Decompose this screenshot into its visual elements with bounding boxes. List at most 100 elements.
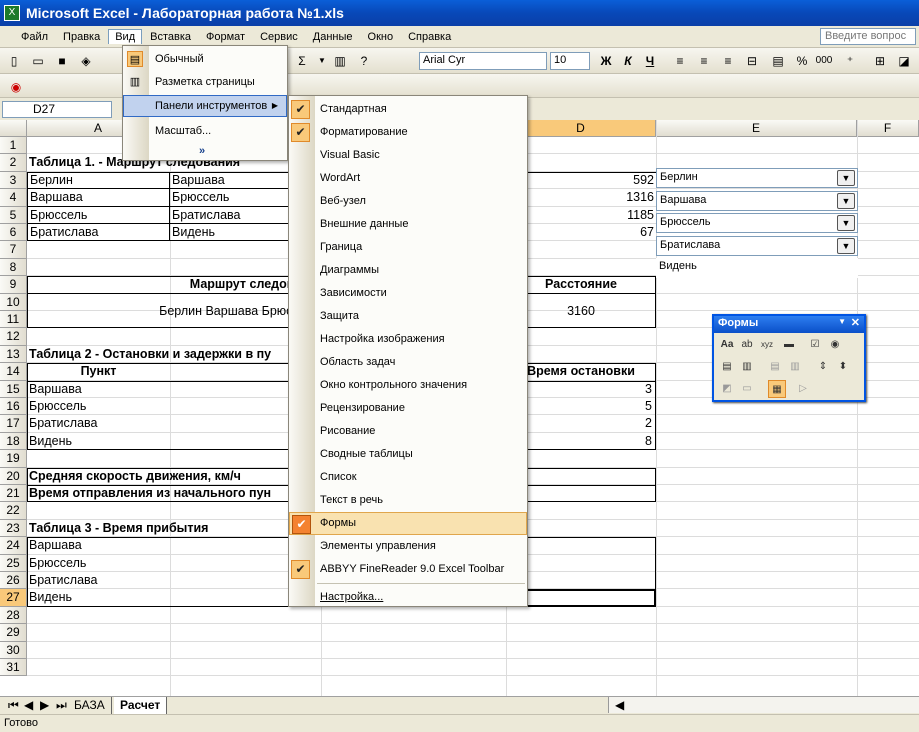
list-box-tool-icon[interactable]: ▤ bbox=[718, 358, 736, 376]
toolbar-menu-item[interactable]: Visual Basic bbox=[289, 144, 527, 167]
help-search-input[interactable]: Введите вопрос bbox=[820, 28, 916, 45]
cell-d10[interactable]: 3160 bbox=[506, 294, 656, 329]
label-tool-icon[interactable]: Aa bbox=[718, 336, 736, 354]
combo-box[interactable]: Варшава ▼ bbox=[656, 190, 858, 211]
menu-item-normal[interactable]: ▤ Обычный bbox=[123, 48, 287, 70]
open-folder-icon[interactable]: ▭ bbox=[28, 51, 48, 71]
forms-toolbar-window[interactable]: Формы ▼ ✕ Aa ab xyz ▬ ☑ ◉ ▤ ▥ ▤ ▥ ⇕ ⬍ ◩ … bbox=[712, 314, 866, 402]
cell-a16[interactable]: Брюссель bbox=[27, 398, 170, 415]
abbyy-finereader-icon[interactable]: ◉ bbox=[6, 77, 26, 97]
row-header[interactable]: 5 bbox=[0, 206, 27, 224]
sheet-tab-baza[interactable]: БАЗА bbox=[68, 697, 112, 714]
underline-button[interactable]: Ч bbox=[640, 51, 660, 71]
cell-d4[interactable]: 1316 bbox=[506, 189, 656, 206]
row-header[interactable]: 12 bbox=[0, 328, 27, 346]
spinner-tool-icon[interactable]: ⬍ bbox=[834, 358, 852, 376]
row-header[interactable]: 20 bbox=[0, 467, 27, 485]
toolbar-menu-item[interactable]: Сводные таблицы bbox=[289, 443, 527, 466]
excel-icon[interactable]: X bbox=[4, 5, 20, 21]
toolbar-menu-item[interactable]: Область задач bbox=[289, 351, 527, 374]
cell-d17[interactable]: 2 bbox=[506, 415, 654, 432]
menu-tools[interactable]: Сервис bbox=[253, 29, 305, 45]
menu-item-page-layout[interactable]: ▥ Разметка страницы bbox=[123, 71, 287, 93]
toolbar-menu-item[interactable]: Диаграммы bbox=[289, 259, 527, 282]
toolbar-menu-item[interactable]: Зависимости bbox=[289, 282, 527, 305]
cell-a3[interactable]: Берлин bbox=[27, 171, 170, 190]
toolbar-menu-item[interactable]: Веб-узел bbox=[289, 190, 527, 213]
row-header[interactable]: 22 bbox=[0, 502, 27, 520]
row-header[interactable]: 2 bbox=[0, 154, 27, 172]
cell-d6[interactable]: 67 bbox=[506, 224, 656, 241]
row-header[interactable]: 24 bbox=[0, 537, 27, 555]
toolbar-menu-item[interactable]: ✔ Формы bbox=[289, 512, 527, 535]
row-header[interactable]: 16 bbox=[0, 398, 27, 416]
merge-center-icon[interactable]: ⊟ bbox=[742, 51, 762, 71]
row-header[interactable]: 11 bbox=[0, 311, 27, 329]
option-button-tool-icon[interactable]: ◉ bbox=[826, 336, 844, 354]
cell-d16[interactable]: 5 bbox=[506, 398, 654, 415]
toolbar-menu-item[interactable]: Окно контрольного значения bbox=[289, 374, 527, 397]
toolbar-menu-item[interactable]: Список bbox=[289, 466, 527, 489]
scroll-bar-tool-icon[interactable]: ⇕ bbox=[814, 358, 832, 376]
expand-menu-icon[interactable]: » bbox=[123, 140, 287, 162]
select-all-corner[interactable] bbox=[0, 120, 27, 137]
toolbar-menu-item[interactable]: Текст в речь bbox=[289, 489, 527, 512]
toolbar-menu-item[interactable]: Настройка изображения bbox=[289, 328, 527, 351]
edit-code-icon[interactable]: ▭ bbox=[738, 380, 756, 398]
row-header[interactable]: 18 bbox=[0, 432, 27, 451]
toolbar-menu-item[interactable]: Элементы управления bbox=[289, 535, 527, 558]
cell-a4[interactable]: Варшава bbox=[27, 189, 170, 207]
cell-a23[interactable]: Таблица 3 - Время прибытия bbox=[27, 520, 321, 537]
menu-insert[interactable]: Вставка bbox=[143, 29, 198, 45]
dropdown-arrow-icon[interactable]: ▼ bbox=[837, 170, 855, 186]
align-left-icon[interactable]: ≡ bbox=[670, 51, 690, 71]
checkbox-tool-icon[interactable]: ☑ bbox=[806, 336, 824, 354]
row-header[interactable]: 7 bbox=[0, 241, 27, 259]
row-header[interactable]: 4 bbox=[0, 189, 27, 207]
menu-help[interactable]: Справка bbox=[401, 29, 458, 45]
menu-format[interactable]: Формат bbox=[199, 29, 252, 45]
run-dialog-icon[interactable]: ▷ bbox=[794, 380, 812, 398]
row-header[interactable]: 13 bbox=[0, 345, 27, 364]
menu-edit[interactable]: Правка bbox=[56, 29, 107, 45]
autosum-icon[interactable]: Σ bbox=[292, 51, 312, 71]
dropdown-arrow-icon[interactable]: ▼ bbox=[837, 192, 855, 209]
column-header-e[interactable]: E bbox=[656, 120, 857, 137]
cell-a17[interactable]: Братислава bbox=[27, 415, 170, 432]
combo-box[interactable]: Брюссель ▼ bbox=[656, 213, 858, 234]
cell-a10[interactable]: Берлин Варшава Брюссель bbox=[27, 294, 321, 329]
toolbar-menu-item[interactable]: Рецензирование bbox=[289, 397, 527, 420]
align-center-icon[interactable]: ≡ bbox=[694, 51, 714, 71]
combo-box-tool-icon[interactable]: ▥ bbox=[738, 358, 756, 376]
row-header[interactable]: 17 bbox=[0, 415, 27, 433]
row-header[interactable]: 1 bbox=[0, 137, 27, 155]
row-header[interactable]: 23 bbox=[0, 519, 27, 538]
row-header[interactable]: 30 bbox=[0, 641, 27, 659]
toolbar-menu-item[interactable]: Граница bbox=[289, 236, 527, 259]
borders-icon[interactable]: ⊞ bbox=[870, 51, 890, 71]
cell-a18[interactable]: Видень bbox=[27, 433, 170, 450]
align-right-icon[interactable]: ≡ bbox=[718, 51, 738, 71]
row-header[interactable]: 15 bbox=[0, 380, 27, 398]
menu-window[interactable]: Окно bbox=[361, 29, 401, 45]
row-header[interactable]: 29 bbox=[0, 624, 27, 642]
toolbar-menu-item[interactable]: ✔ Форматирование bbox=[289, 121, 527, 144]
cell-d18[interactable]: 8 bbox=[506, 433, 654, 450]
cell-d5[interactable]: 1185 bbox=[506, 207, 656, 224]
combo-dropdown-edit-tool-icon[interactable]: ▥ bbox=[786, 358, 804, 376]
horizontal-scrollbar[interactable]: ◀ bbox=[608, 697, 919, 713]
toggle-grid-icon[interactable]: ▦ bbox=[768, 380, 786, 398]
row-header[interactable]: 6 bbox=[0, 224, 27, 242]
menu-file[interactable]: Файл bbox=[14, 29, 55, 45]
row-header[interactable]: 3 bbox=[0, 171, 27, 190]
column-header-d[interactable]: D bbox=[506, 120, 656, 137]
autosum-dropdown-icon[interactable]: ▼ bbox=[312, 51, 332, 71]
row-header[interactable]: 25 bbox=[0, 554, 27, 572]
forms-toolbar-title-bar[interactable]: Формы ▼ ✕ bbox=[714, 316, 864, 333]
sheet-tab-raschet[interactable]: Расчет bbox=[114, 697, 168, 714]
cell-a15[interactable]: Варшава bbox=[27, 381, 170, 398]
thousands-button[interactable]: 000 bbox=[814, 51, 834, 71]
menu-view[interactable]: Вид bbox=[108, 29, 143, 44]
toolbar-menu-item[interactable]: WordArt bbox=[289, 167, 527, 190]
cell-d3[interactable]: 592 bbox=[506, 172, 656, 189]
